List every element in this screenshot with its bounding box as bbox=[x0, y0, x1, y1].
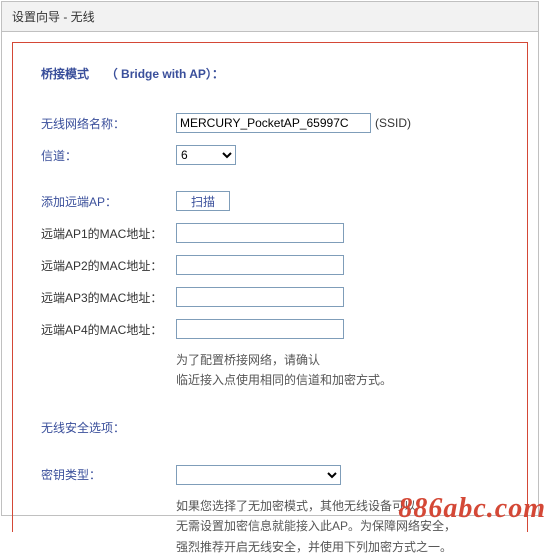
mac3-row: 远端AP3的MAC地址： bbox=[41, 286, 505, 308]
mac4-label: 远端AP4的MAC地址： bbox=[41, 321, 176, 338]
bridge-hint: 为了配置桥接网络，请确认 临近接入点使用相同的信道和加密方式。 bbox=[176, 350, 505, 391]
add-ap-label: 添加远端AP： bbox=[41, 193, 176, 210]
channel-select[interactable]: 6 bbox=[176, 145, 236, 165]
window-frame: 设置向导 - 无线 桥接模式 （ Bridge with AP）： 无线网络名称… bbox=[1, 1, 539, 516]
bridge-mode-row: 桥接模式 （ Bridge with AP）： bbox=[41, 65, 505, 82]
bridge-hint-line1: 为了配置桥接网络，请确认 bbox=[176, 350, 505, 370]
mac2-label: 远端AP2的MAC地址： bbox=[41, 257, 176, 274]
mac1-row: 远端AP1的MAC地址： bbox=[41, 222, 505, 244]
window-title: 设置向导 - 无线 bbox=[2, 2, 538, 32]
mac1-input[interactable] bbox=[176, 223, 344, 243]
mac3-label: 远端AP3的MAC地址： bbox=[41, 289, 176, 306]
mac4-input[interactable] bbox=[176, 319, 344, 339]
mac3-input[interactable] bbox=[176, 287, 344, 307]
ssid-label: 无线网络名称： bbox=[41, 115, 176, 132]
key-type-label: 密钥类型： bbox=[41, 466, 176, 483]
ssid-input[interactable] bbox=[176, 113, 371, 133]
security-hint-line2: 无需设置加密信息就能接入此AP。为保障网络安全， bbox=[176, 516, 505, 536]
key-type-select[interactable] bbox=[176, 465, 341, 485]
content-panel: 桥接模式 （ Bridge with AP）： 无线网络名称： (SSID) 信… bbox=[12, 42, 528, 532]
security-hint: 如果您选择了无加密模式，其他无线设备可以 无需设置加密信息就能接入此AP。为保障… bbox=[176, 496, 505, 557]
channel-row: 信道： 6 bbox=[41, 144, 505, 166]
scan-button[interactable]: 扫描 bbox=[176, 191, 230, 211]
security-title: 无线安全选项： bbox=[41, 419, 505, 436]
bridge-hint-line2: 临近接入点使用相同的信道和加密方式。 bbox=[176, 370, 505, 390]
mac4-row: 远端AP4的MAC地址： bbox=[41, 318, 505, 340]
bridge-mode-english: （ Bridge with AP）： bbox=[106, 67, 224, 81]
security-hint-line3: 强烈推荐开启无线安全，并使用下列加密方式之一。 bbox=[176, 537, 505, 557]
security-hint-line1: 如果您选择了无加密模式，其他无线设备可以 bbox=[176, 496, 505, 516]
mac1-label: 远端AP1的MAC地址： bbox=[41, 225, 176, 242]
channel-label: 信道： bbox=[41, 147, 176, 164]
key-type-row: 密钥类型： bbox=[41, 464, 505, 486]
ssid-suffix: (SSID) bbox=[375, 116, 411, 130]
mac2-row: 远端AP2的MAC地址： bbox=[41, 254, 505, 276]
add-ap-row: 添加远端AP： 扫描 bbox=[41, 190, 505, 212]
bridge-mode-label: 桥接模式 bbox=[41, 67, 89, 81]
ssid-row: 无线网络名称： (SSID) bbox=[41, 112, 505, 134]
mac2-input[interactable] bbox=[176, 255, 344, 275]
